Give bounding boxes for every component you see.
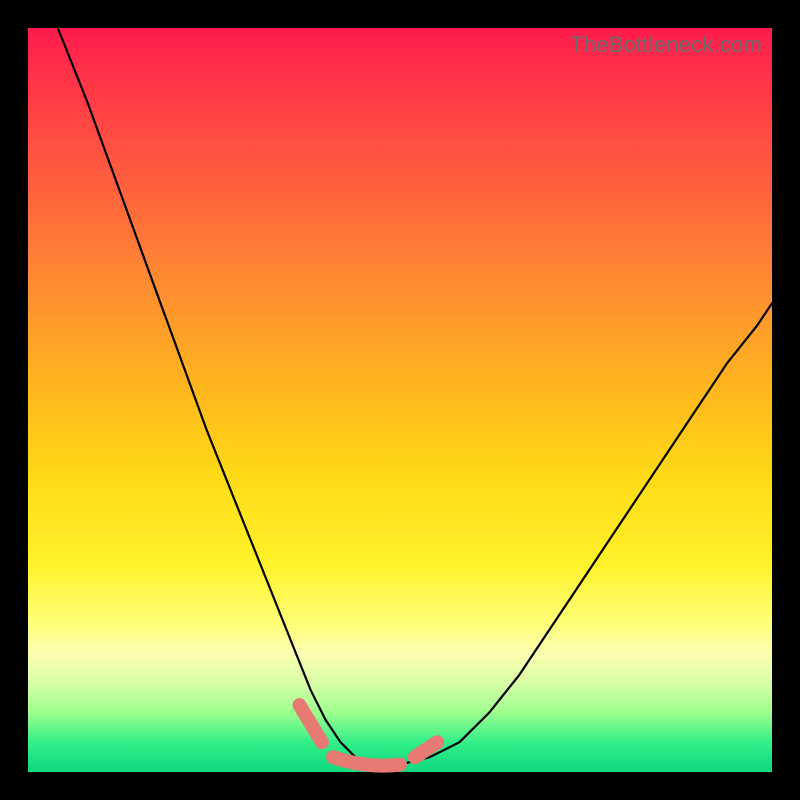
marker-left-cap [300,705,322,742]
marker-group [300,705,438,766]
chart-area: TheBottleneck.com [28,28,772,772]
bottleneck-curve [58,28,772,765]
marker-trough [333,757,400,765]
curve-layer [28,28,772,772]
page-frame: TheBottleneck.com [0,0,800,800]
